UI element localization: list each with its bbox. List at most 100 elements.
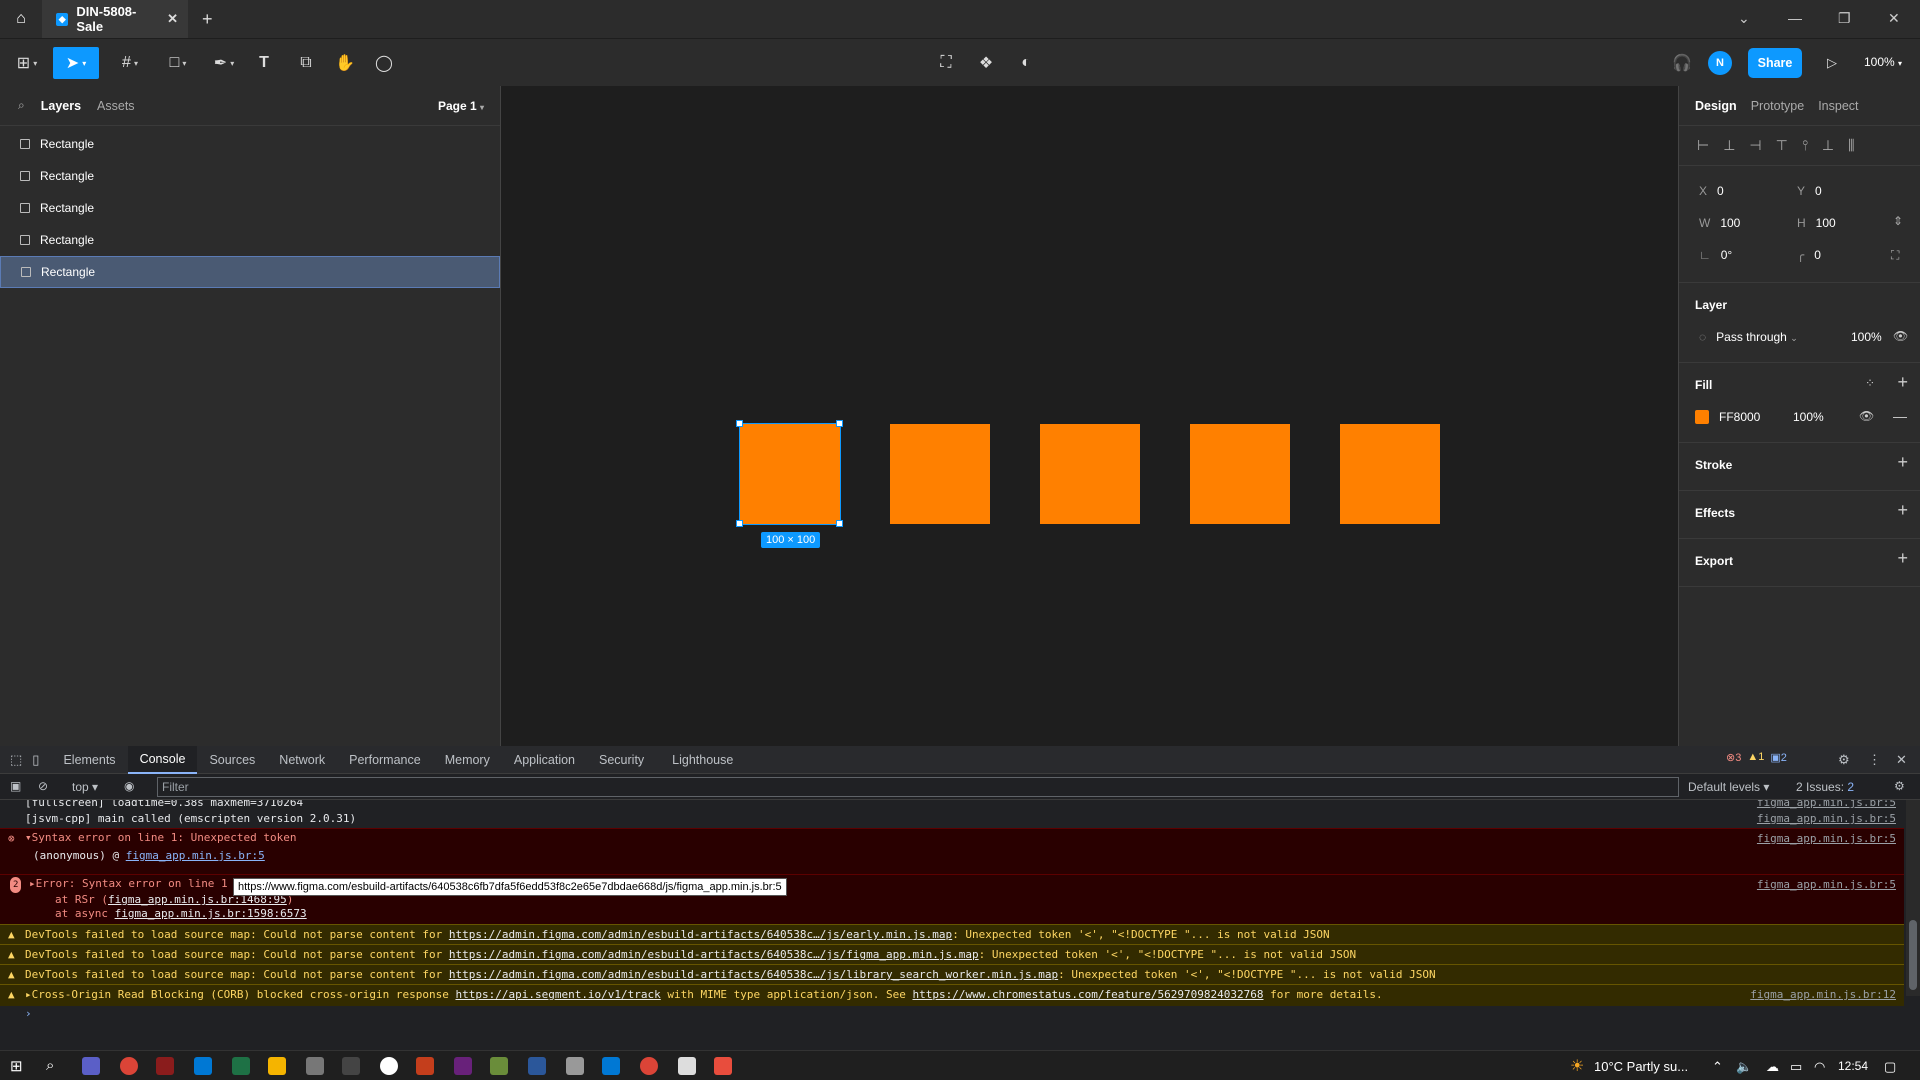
tab-sources[interactable]: Sources [197,746,267,774]
tab-lighthouse[interactable]: Lighthouse [656,746,745,774]
windows-start-icon[interactable]: ⊞ [10,1057,23,1075]
tab-security[interactable]: Security [587,746,656,774]
mask-tool-button[interactable]: ◐ [1016,47,1036,79]
app-icon[interactable] [380,1057,398,1075]
restore-icon[interactable]: ❐ [1838,10,1851,27]
chrome-icon[interactable] [120,1057,138,1075]
home-icon[interactable]: ⌂ [8,7,34,31]
fill-hex-field[interactable]: FF8000 [1719,410,1760,424]
audio-button[interactable]: 🎧 [1672,47,1692,79]
context-selector[interactable]: top ▾ [72,780,98,794]
rotation-field[interactable]: ∟ 0° [1699,248,1732,262]
corner-radius-field[interactable]: ╭ 0 [1797,248,1821,262]
comment-tool-button[interactable]: ◯ [374,47,394,79]
vscode-icon[interactable] [602,1057,620,1075]
minimize-icon[interactable]: — [1788,10,1802,26]
console-prompt[interactable]: › [0,1006,1904,1022]
inspect-element-icon[interactable]: ⬚ [0,752,28,768]
tab-design[interactable]: Design [1695,99,1737,113]
wifi-icon[interactable]: ◠ [1814,1059,1825,1075]
rectangle-3[interactable] [1040,424,1140,524]
align-top-icon[interactable]: ⊤ [1776,137,1788,154]
constrain-proportions-icon[interactable]: ⇕ [1893,214,1903,228]
align-bottom-icon[interactable]: ⊥ [1822,137,1834,154]
x-field[interactable]: X0 [1699,184,1724,198]
crop-tool-button[interactable]: ⛶ [936,47,956,79]
notifications-icon[interactable]: ▢ [1884,1059,1896,1075]
fill-opacity-field[interactable]: 100% [1793,410,1824,424]
battery-icon[interactable]: ▭ [1790,1059,1802,1075]
text-tool-button[interactable]: T [254,47,274,79]
tab-application[interactable]: Application [502,746,587,774]
search-icon[interactable]: ⌕ [18,98,25,113]
close-devtools-icon[interactable]: ✕ [1896,752,1907,768]
y-field[interactable]: Y0 [1797,184,1822,198]
fill-styles-icon[interactable]: ⁘ [1865,376,1875,390]
shape-tool-button[interactable]: □ ▾ [160,47,196,79]
move-tool-button[interactable]: ➤ ▾ [53,47,99,79]
photos-icon[interactable] [678,1057,696,1075]
resources-tool-button[interactable]: ⧉ [296,47,316,79]
layer-opacity-field[interactable]: 100% [1851,330,1882,344]
independent-corners-icon[interactable]: ⛶ [1891,248,1899,263]
word-icon[interactable] [528,1057,546,1075]
scrollbar-thumb[interactable] [1909,920,1917,990]
sidebar-toggle-icon[interactable]: ▣ [10,779,21,793]
app-icon[interactable] [566,1057,584,1075]
tab-elements[interactable]: Elements [51,746,127,774]
tab-console[interactable]: Console [127,745,198,774]
issues-button[interactable]: 2 Issues: 2 [1796,780,1854,794]
calculator-icon[interactable] [342,1057,360,1075]
add-export-plus-icon[interactable]: + [1897,548,1908,569]
rectangle-2[interactable] [890,424,990,524]
chevron-down-icon[interactable]: ⌄ [1738,10,1750,27]
gear-icon[interactable]: ⚙ [1838,752,1850,768]
weather-text[interactable]: 10°C Partly su... [1594,1059,1688,1074]
rectangle-5[interactable] [1340,424,1440,524]
excel-icon[interactable] [232,1057,250,1075]
hand-tool-button[interactable]: ✋ [335,47,355,79]
avatar[interactable]: N [1708,51,1732,75]
file-tab[interactable]: ◆ DIN-5808-Sale ✕ [42,0,188,38]
add-stroke-plus-icon[interactable]: + [1897,452,1908,473]
width-field[interactable]: W 100 [1699,216,1740,230]
eye-icon[interactable]: 👁 [1859,409,1874,423]
eye-icon[interactable]: 👁 [1893,329,1908,343]
tab-layers[interactable]: Layers [41,99,81,113]
tab-assets[interactable]: Assets [97,99,135,113]
layer-item-selected[interactable]: Rectangle [0,256,500,288]
search-icon[interactable]: ⌕ [46,1057,54,1074]
align-middle-icon[interactable]: ⫯ [1802,137,1808,154]
tab-network[interactable]: Network [267,746,337,774]
main-menu-button[interactable]: ⊞ ▾ [10,47,44,79]
add-fill-plus-icon[interactable]: + [1897,372,1908,393]
powerpoint-icon[interactable] [416,1057,434,1075]
clear-console-icon[interactable]: ⊘ [38,779,48,793]
clock[interactable]: 12:54 [1838,1059,1868,1073]
tab-inspect[interactable]: Inspect [1818,99,1858,113]
gear-icon[interactable]: ⚙ [1894,779,1905,793]
resize-handle[interactable] [836,420,843,427]
resize-handle[interactable] [736,520,743,527]
pen-tool-button[interactable]: ✒ ▾ [206,47,242,79]
distribute-icon[interactable]: ⫼ [1848,137,1854,154]
app-icon[interactable] [156,1057,174,1075]
new-tab-button[interactable]: + [202,9,213,30]
page-selector[interactable]: Page 1 ▾ [438,99,484,113]
zoom-dropdown[interactable]: 100% ▾ [1864,55,1902,69]
log-levels-dropdown[interactable]: Default levels ▾ [1688,780,1769,794]
rectangle-4[interactable] [1190,424,1290,524]
figma-app-icon[interactable] [714,1057,732,1075]
resize-handle[interactable] [836,520,843,527]
eye-icon[interactable]: ◉ [124,779,134,793]
device-toggle-icon[interactable]: ▯ [28,752,51,768]
resize-handle[interactable] [736,420,743,427]
teams-icon[interactable] [82,1057,100,1075]
app-icon[interactable] [306,1057,324,1075]
design-canvas[interactable]: 100 × 100 [502,86,1678,746]
align-left-icon[interactable]: ⊢ [1697,137,1709,154]
blend-mode-dropdown[interactable]: ◌ Pass through ⌄ [1699,330,1798,344]
speaker-icon[interactable]: 🔈 [1736,1059,1752,1075]
onedrive-icon[interactable]: ☁ [1766,1059,1779,1075]
tab-performance[interactable]: Performance [337,746,433,774]
